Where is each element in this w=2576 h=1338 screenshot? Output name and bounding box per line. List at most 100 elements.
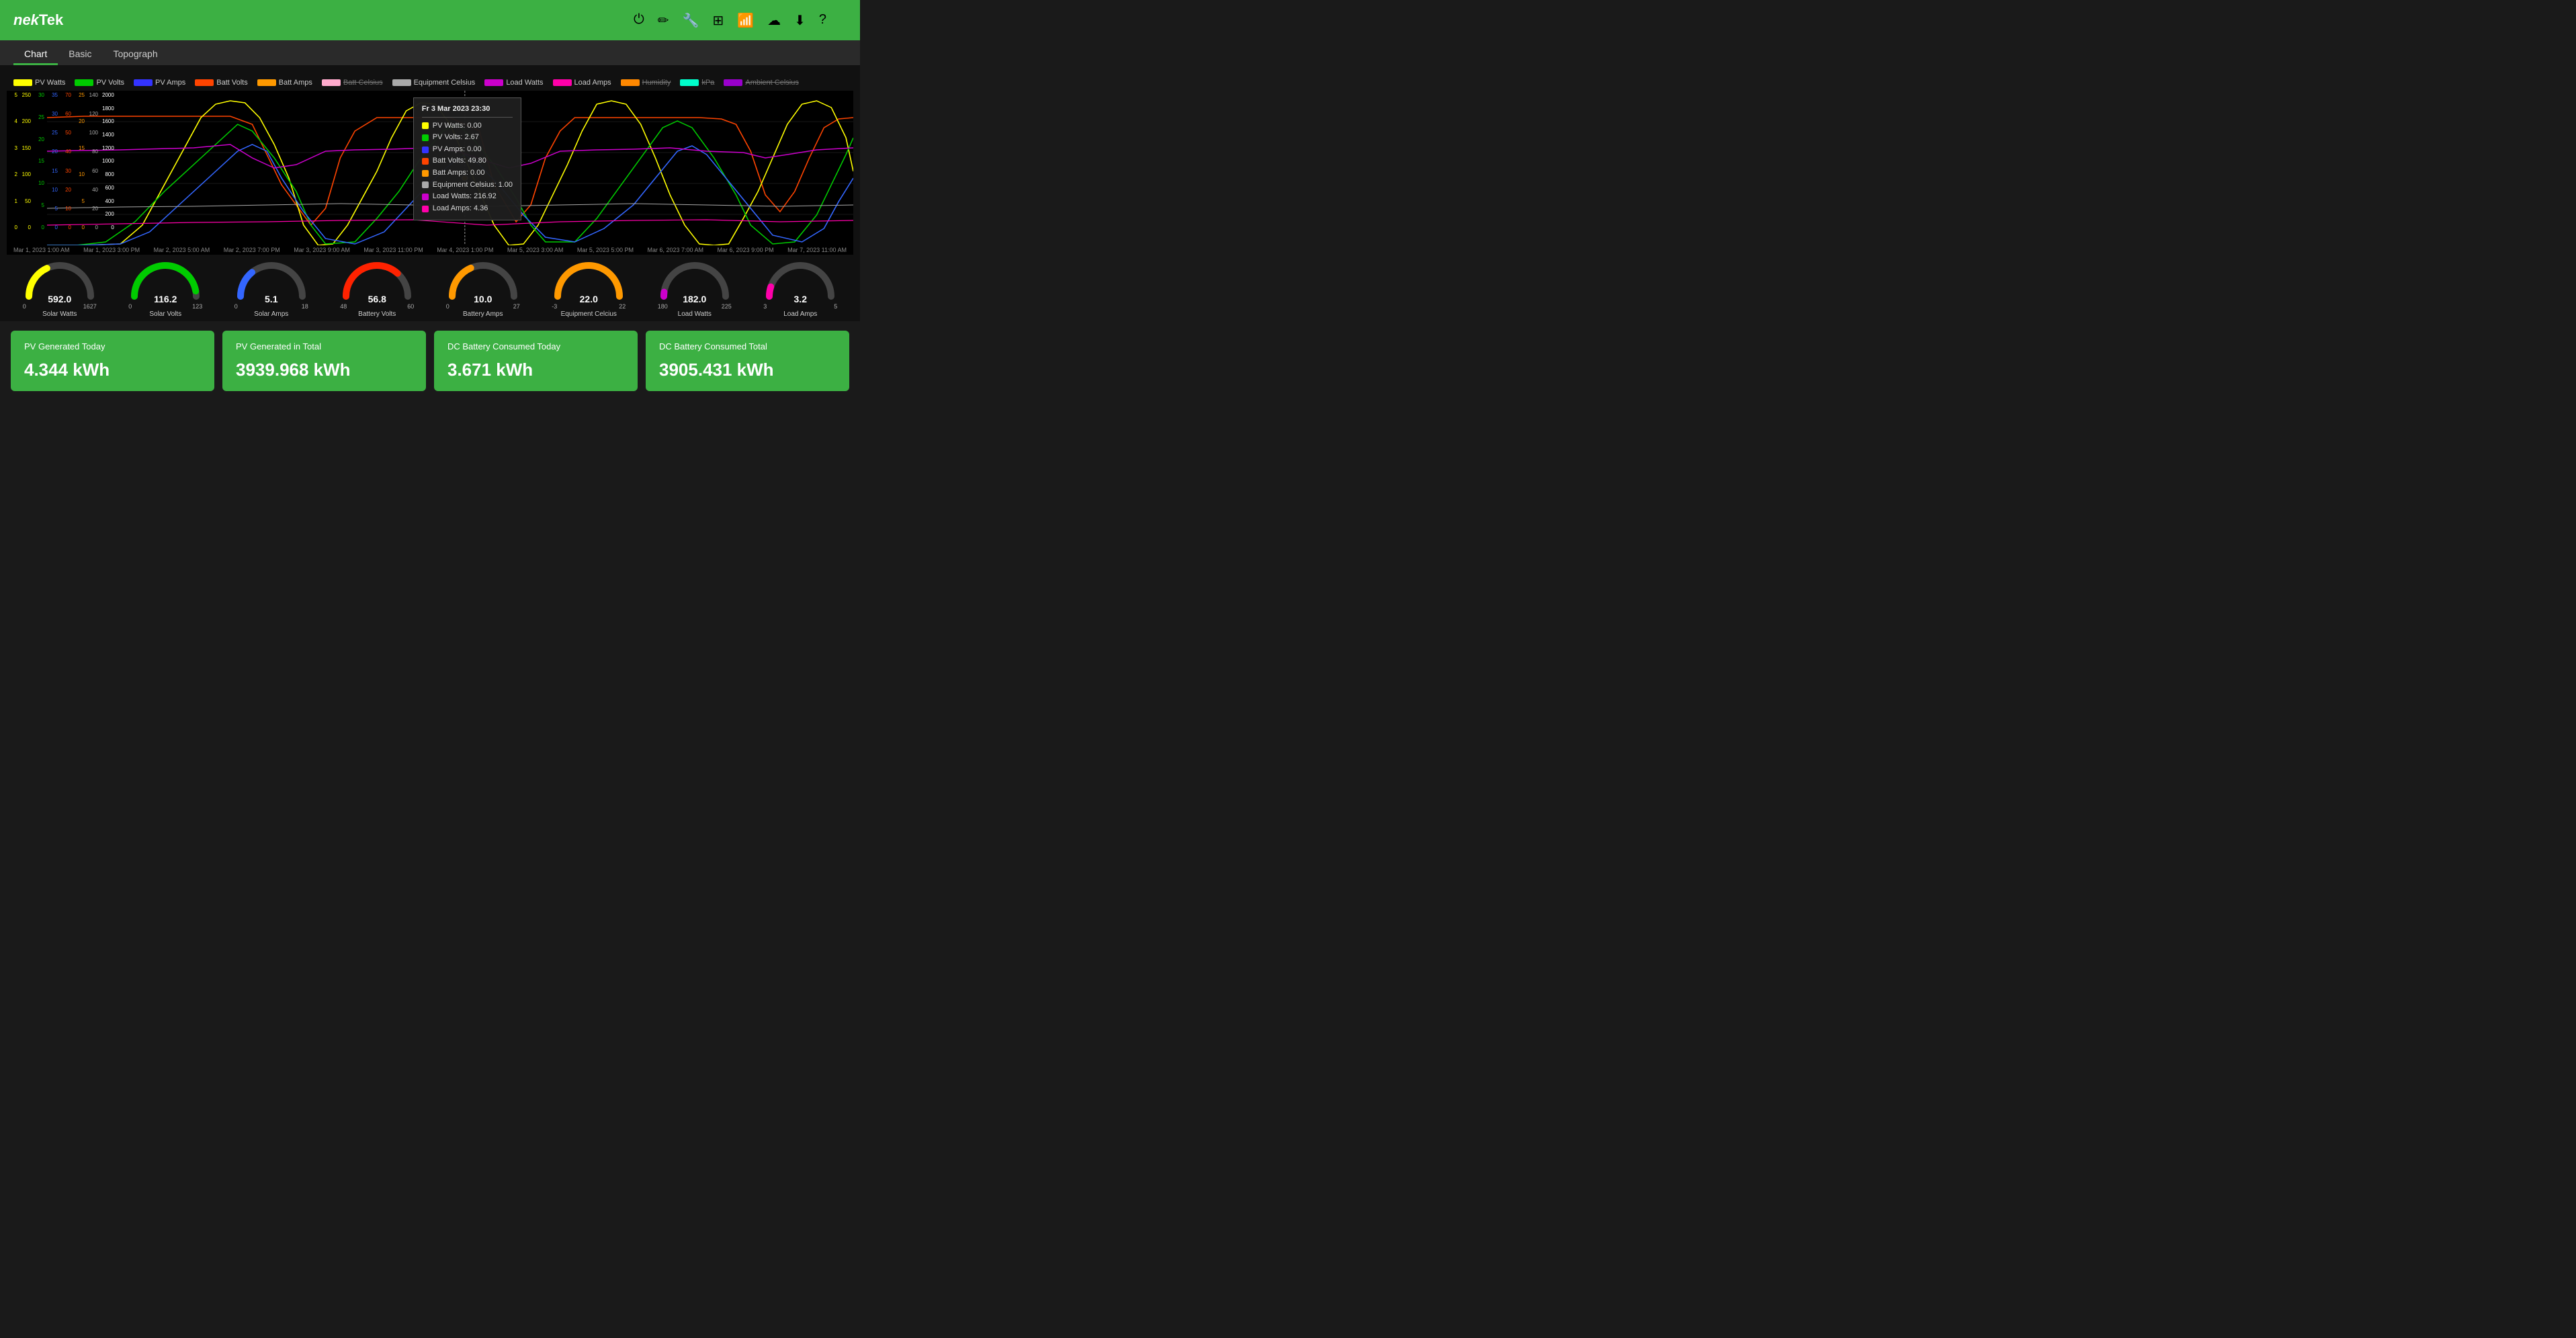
gauge-value: 56.8 (368, 294, 386, 304)
x-axis-label: Mar 2, 2023 7:00 PM (224, 247, 280, 253)
gauge-label: Load Amps (783, 310, 817, 318)
tab-basic[interactable]: Basic (58, 44, 102, 65)
gauge-svg-wrap: 116.2 (128, 261, 202, 302)
chart-area[interactable]: 543210 250200150100500 302520151050 3530… (7, 91, 853, 245)
legend-item[interactable]: Humidity (621, 79, 671, 87)
gauge-value: 22.0 (580, 294, 598, 304)
gauge-svg-wrap: 56.8 (340, 261, 414, 302)
legend-item[interactable]: kPa (680, 79, 714, 87)
download-icon[interactable]: ⬇ (794, 12, 806, 29)
cloud-icon[interactable]: ☁ (767, 12, 781, 29)
legend-color (680, 79, 699, 86)
gauge-label: Battery Amps (463, 310, 503, 318)
gauge-svg-wrap: 3.2 (763, 261, 837, 302)
legend-item[interactable]: Batt Volts (195, 79, 247, 87)
gauge-battery-amps: 10.0 0 27 Battery Amps (439, 261, 527, 318)
stat-card: DC Battery Consumed Today 3.671 kWh (434, 331, 638, 391)
x-axis-label: Mar 3, 2023 11:00 PM (363, 247, 423, 253)
stat-card-title: DC Battery Consumed Today (447, 341, 624, 351)
power-icon[interactable]: ⏻ (634, 12, 644, 29)
legend-color (257, 79, 276, 86)
gauge-solar-watts: 592.0 0 1627 Solar Watts (16, 261, 103, 318)
legend-item[interactable]: Equipment Celsius (392, 79, 476, 87)
gauge-min: 48 (340, 303, 347, 310)
gauge-value: 116.2 (154, 294, 177, 304)
gauge-max: 123 (192, 303, 202, 310)
legend-color (322, 79, 341, 86)
nav-tabs: Chart Basic Topograph (0, 40, 860, 65)
stat-card: PV Generated Today 4.344 kWh (11, 331, 214, 391)
x-axis-label: Mar 5, 2023 3:00 AM (507, 247, 564, 253)
gauge-label: Battery Volts (358, 310, 396, 318)
legend-item[interactable]: PV Watts (13, 79, 65, 87)
legend-label: Batt Volts (216, 79, 247, 87)
gauge-load-amps: 3.2 3 5 Load Amps (757, 261, 844, 318)
legend-color (134, 79, 153, 86)
gauge-svg-wrap: 22.0 (552, 261, 626, 302)
gauge-min: 180 (658, 303, 668, 310)
gauge-svg-wrap: 5.1 (234, 261, 308, 302)
legend-item[interactable]: Ambient Celsius (724, 79, 798, 87)
gauge-load-watts: 182.0 180 225 Load Watts (651, 261, 738, 318)
legend-label: PV Watts (35, 79, 65, 87)
logo: nekTek (13, 11, 63, 29)
help-icon[interactable]: ? (819, 12, 826, 29)
gauge-value: 3.2 (794, 294, 807, 304)
gauge-max: 1627 (83, 303, 97, 310)
gauge-min: 0 (23, 303, 26, 310)
legend-item[interactable]: PV Amps (134, 79, 185, 87)
chart-section: PV Watts PV Volts PV Amps Batt Volts Bat… (0, 65, 860, 255)
x-axis-label: Mar 5, 2023 5:00 PM (577, 247, 634, 253)
gauge-solar-amps: 5.1 0 18 Solar Amps (228, 261, 315, 318)
legend-label: PV Volts (96, 79, 124, 87)
legend-item[interactable]: Batt Amps (257, 79, 312, 87)
legend-color (75, 79, 93, 86)
stat-card-title: PV Generated in Total (236, 341, 413, 351)
legend-label: Batt Celsius (343, 79, 383, 87)
wifi-icon[interactable]: 📶 (737, 12, 754, 29)
legend-item[interactable]: Batt Celsius (322, 79, 383, 87)
tab-chart[interactable]: Chart (13, 44, 58, 65)
gauge-max: 5 (834, 303, 837, 310)
gauge-label: Equipment Celcius (561, 310, 617, 318)
gauge-svg-wrap: 182.0 (658, 261, 732, 302)
legend-item[interactable]: PV Volts (75, 79, 124, 87)
legend-label: Load Watts (506, 79, 543, 87)
gauge-svg-wrap: 10.0 (446, 261, 520, 302)
stat-card: DC Battery Consumed Total 3905.431 kWh (646, 331, 849, 391)
legend-color (195, 79, 214, 86)
tab-topograph[interactable]: Topograph (102, 44, 168, 65)
x-axis-label: Mar 6, 2023 9:00 PM (718, 247, 774, 253)
gauge-min: 0 (234, 303, 238, 310)
gauge-min: 0 (446, 303, 449, 310)
wrench-icon[interactable]: 🔧 (683, 12, 699, 29)
gauge-min: 0 (128, 303, 132, 310)
legend-label: kPa (701, 79, 714, 87)
stat-card-value: 4.344 kWh (24, 360, 201, 380)
gauge-value: 10.0 (474, 294, 492, 304)
legend-item[interactable]: Load Amps (553, 79, 611, 87)
header-icons: ⏻ ✏ 🔧 ⊞ 📶 ☁ ⬇ ? (634, 12, 826, 29)
edit-icon[interactable]: ✏ (658, 12, 669, 29)
legend-label: Equipment Celsius (414, 79, 476, 87)
grid-icon[interactable]: ⊞ (712, 12, 724, 29)
gauge-max: 60 (407, 303, 414, 310)
gauge-value: 592.0 (48, 294, 71, 304)
legend-label: Load Amps (574, 79, 611, 87)
gauge-min: 3 (763, 303, 767, 310)
chart-legend: PV Watts PV Volts PV Amps Batt Volts Bat… (0, 76, 860, 91)
stat-card-value: 3905.431 kWh (659, 360, 836, 380)
legend-color (621, 79, 640, 86)
legend-color (484, 79, 503, 86)
legend-color (13, 79, 32, 86)
x-axis-labels: Mar 1, 2023 1:00 AMMar 1, 2023 3:00 PMMa… (7, 245, 853, 255)
gauge-battery-volts: 56.8 48 60 Battery Volts (333, 261, 421, 318)
gauges-row: 592.0 0 1627 Solar Watts 116.2 0 123 (0, 255, 860, 321)
chart-svg (47, 91, 853, 245)
legend-color (724, 79, 742, 86)
gauge-label: Solar Volts (149, 310, 181, 318)
gauge-min: -3 (552, 303, 557, 310)
legend-color (553, 79, 572, 86)
legend-item[interactable]: Load Watts (484, 79, 543, 87)
legend-color (392, 79, 411, 86)
